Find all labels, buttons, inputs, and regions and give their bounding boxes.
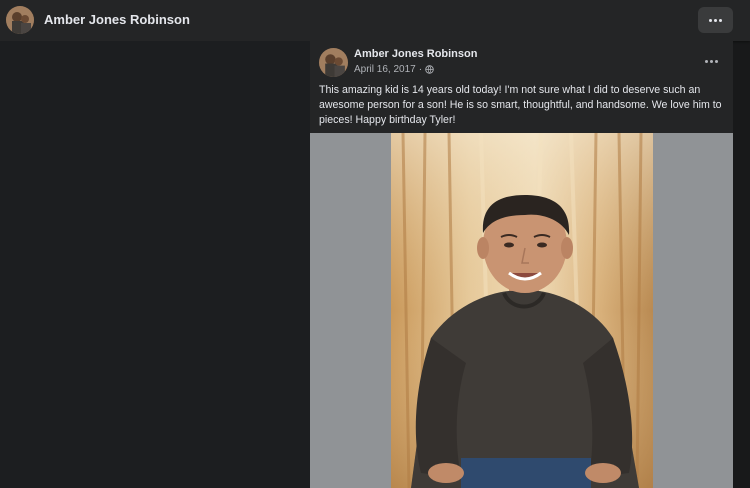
- profile-avatar[interactable]: [6, 6, 34, 34]
- more-options-button[interactable]: [698, 7, 733, 33]
- photo-image: [391, 133, 653, 488]
- avatar-image: [6, 6, 34, 34]
- post-author-avatar[interactable]: [319, 48, 348, 77]
- more-horizontal-icon: [709, 18, 722, 22]
- meta-separator: ·: [418, 64, 423, 75]
- avatar-image: [319, 48, 348, 77]
- more-horizontal-icon: [704, 59, 718, 63]
- photo-matte: [310, 133, 733, 488]
- post-photo[interactable]: [391, 133, 653, 488]
- profile-name[interactable]: Amber Jones Robinson: [44, 12, 190, 27]
- globe-icon: [425, 65, 434, 74]
- left-pane: [0, 41, 310, 488]
- top-bar: Amber Jones Robinson: [0, 0, 750, 41]
- post-date[interactable]: April 16, 2017: [354, 64, 416, 75]
- post-more-button[interactable]: [699, 52, 723, 70]
- post-author-name[interactable]: Amber Jones Robinson: [354, 48, 477, 60]
- post-card: Amber Jones Robinson April 16, 2017 · Th…: [310, 41, 733, 488]
- post-caption: This amazing kid is 14 years old today! …: [319, 84, 722, 126]
- post-meta: April 16, 2017 ·: [354, 64, 434, 75]
